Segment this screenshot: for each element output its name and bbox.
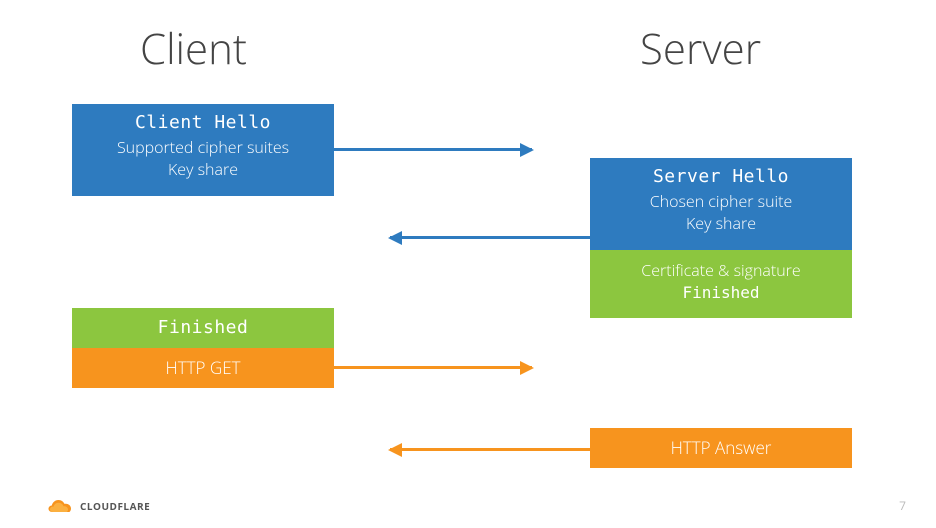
arrow-client-hello <box>334 148 532 151</box>
page-number: 7 <box>899 497 906 514</box>
client-hello-title: Client Hello <box>78 112 328 133</box>
server-hello-box: Server Hello Chosen cipher suite Key sha… <box>590 158 852 250</box>
client-hello-line1: Supported cipher suites <box>78 137 328 159</box>
client-httpget-title: HTTP GET <box>78 357 328 380</box>
server-hello-line2: Key share <box>596 213 846 235</box>
cloud-icon <box>48 498 74 514</box>
client-finished-title: Finished <box>78 317 328 338</box>
client-httpget-box: HTTP GET <box>72 348 334 388</box>
server-cert-box: Certificate & signature Finished <box>590 250 852 318</box>
brand-text: CloudFlare <box>80 499 150 513</box>
brand-logo: CloudFlare <box>48 498 150 514</box>
arrow-http-get <box>334 366 532 369</box>
server-cert-line1: Certificate & signature <box>596 260 846 282</box>
arrow-server-hello <box>390 236 590 239</box>
client-heading: Client <box>140 20 247 77</box>
server-cert-line2: Finished <box>596 282 846 304</box>
server-heading: Server <box>640 20 761 77</box>
server-hello-title: Server Hello <box>596 166 846 187</box>
client-hello-line2: Key share <box>78 159 328 181</box>
server-answer-box: HTTP Answer <box>590 428 852 468</box>
client-hello-box: Client Hello Supported cipher suites Key… <box>72 104 334 196</box>
server-hello-line1: Chosen cipher suite <box>596 191 846 213</box>
arrow-http-answer <box>390 448 590 451</box>
server-answer-title: HTTP Answer <box>596 437 846 460</box>
client-finished-box: Finished <box>72 308 334 348</box>
